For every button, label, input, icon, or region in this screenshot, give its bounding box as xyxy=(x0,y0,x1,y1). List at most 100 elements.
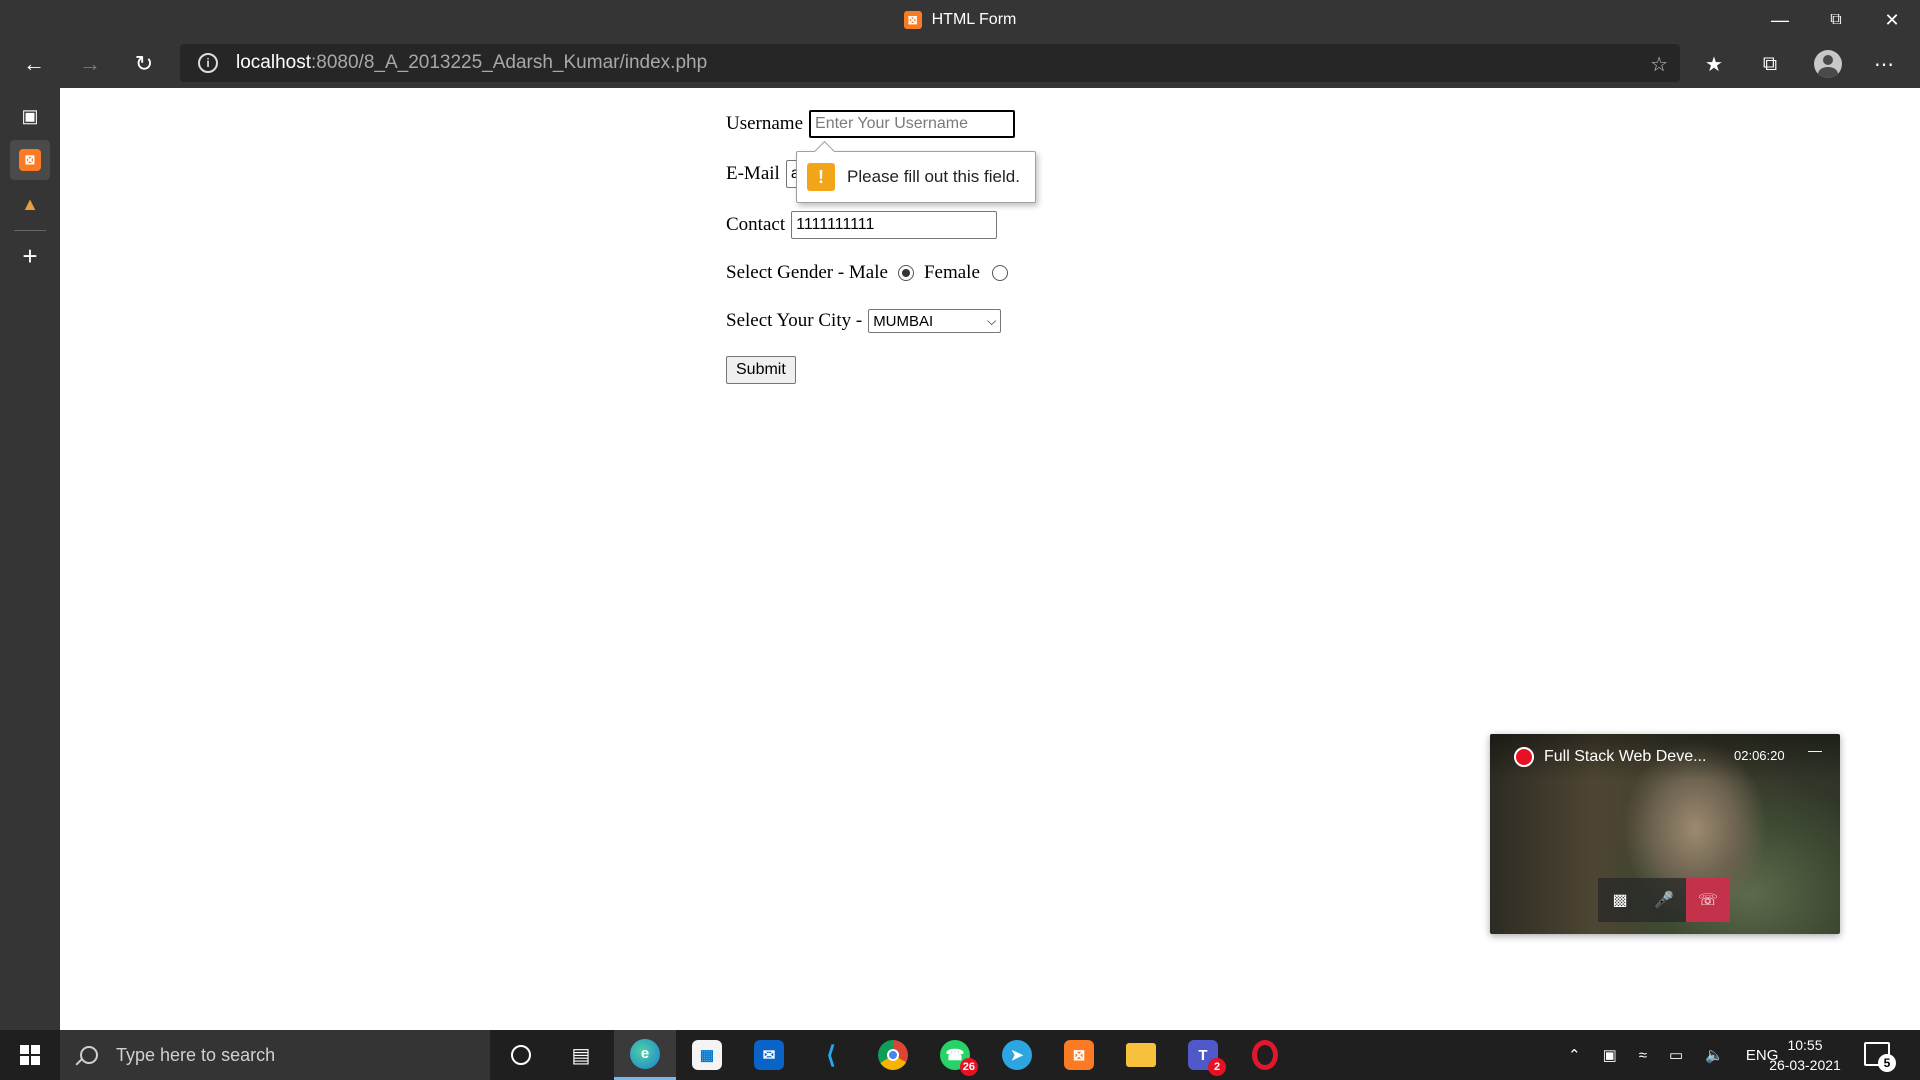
cortana-button[interactable] xyxy=(490,1030,552,1080)
call-controls: ▩ 🎤 ☏ xyxy=(1598,878,1730,922)
start-button[interactable] xyxy=(0,1030,60,1080)
add-favorite-star-icon[interactable]: ☆ xyxy=(1650,52,1668,77)
cortana-circle-icon xyxy=(511,1045,531,1065)
hang-up-button[interactable]: ☏ xyxy=(1686,878,1730,922)
more-ellipsis-icon: ⋯ xyxy=(1874,53,1894,76)
city-select[interactable]: MUMBAI ⌵ xyxy=(868,309,1002,333)
refresh-button[interactable]: ↻ xyxy=(124,44,164,84)
url-text[interactable]: localhost:8080/8_A_2013225_Adarsh_Kumar/… xyxy=(236,52,707,74)
camera-icon: ▩ xyxy=(1612,892,1628,909)
taskbar-search-box[interactable]: Type here to search xyxy=(60,1030,490,1080)
folder-icon xyxy=(1126,1043,1156,1067)
clock-time: 10:55 xyxy=(1787,1037,1823,1053)
submit-button[interactable]: Submit xyxy=(726,356,796,384)
submit-row: Submit xyxy=(726,356,796,384)
contact-input[interactable] xyxy=(791,211,998,239)
taskbar-file-explorer[interactable] xyxy=(1110,1030,1172,1080)
gender-male-radio[interactable] xyxy=(897,265,914,281)
site-logo-icon: ▲ xyxy=(21,193,39,214)
minimize-button[interactable]: — xyxy=(1752,0,1808,40)
forward-arrow-icon: → xyxy=(79,51,101,76)
validation-message: Please fill out this field. xyxy=(847,167,1020,186)
profile-avatar-icon xyxy=(1814,50,1842,78)
gender-female-radio[interactable] xyxy=(991,265,1008,281)
address-bar[interactable]: i localhost:8080/8_A_2013225_Adarsh_Kuma… xyxy=(180,44,1680,82)
back-button[interactable]: ← xyxy=(14,44,54,84)
gender-female-label: Female xyxy=(923,262,980,283)
taskbar-telegram[interactable]: ➤ xyxy=(986,1030,1048,1080)
search-icon xyxy=(80,1046,98,1064)
taskbar-store[interactable]: ▦ xyxy=(676,1030,738,1080)
call-minimize-button[interactable]: — xyxy=(1808,742,1822,758)
forward-button[interactable]: → xyxy=(70,44,110,84)
favorites-button[interactable]: ★ xyxy=(1692,44,1736,84)
whatsapp-unread-badge: 26 xyxy=(959,1058,978,1076)
meet-now-icon[interactable]: ▣ xyxy=(1603,1046,1617,1064)
taskbar-clock[interactable]: 10:55 26-03-2021 xyxy=(1760,1035,1850,1075)
microphone-icon: 🎤 xyxy=(1654,892,1674,909)
recording-icon xyxy=(1514,747,1534,767)
mic-button[interactable]: 🎤 xyxy=(1642,878,1686,922)
whatsapp-icon: ☎ 26 xyxy=(940,1040,978,1076)
notification-count-badge: 5 xyxy=(1878,1054,1896,1072)
network-wifi-icon[interactable]: ≈ xyxy=(1639,1047,1647,1064)
xampp-icon: ⊠ xyxy=(19,149,41,171)
collections-button[interactable]: ⧉ xyxy=(1748,44,1792,84)
new-tab-button[interactable]: + xyxy=(10,236,50,276)
show-hidden-icons-chevron-icon[interactable]: ⌃ xyxy=(1568,1046,1581,1064)
windows-logo-icon xyxy=(20,1045,40,1065)
taskbar-whatsapp[interactable]: ☎ 26 xyxy=(924,1030,986,1080)
chevron-down-icon: ⌵ xyxy=(987,313,997,328)
tab-actions-button[interactable]: ▣ xyxy=(10,96,50,136)
username-label: Username xyxy=(726,113,804,134)
task-view-button[interactable]: ▤ xyxy=(550,1030,612,1080)
opera-icon xyxy=(1252,1040,1278,1070)
phone-hangup-icon: ☏ xyxy=(1697,892,1718,909)
volume-icon[interactable]: 🔈 xyxy=(1705,1046,1724,1064)
taskbar-edge[interactable]: e xyxy=(614,1030,676,1080)
gender-row: Select Gender - Male Female xyxy=(726,262,1008,284)
store-bag-icon: ▦ xyxy=(692,1040,722,1070)
validation-tooltip: ! Please fill out this field. xyxy=(796,151,1036,203)
taskbar-teams[interactable]: T 2 xyxy=(1172,1030,1234,1080)
taskbar-chrome[interactable] xyxy=(862,1030,924,1080)
window-title: HTML Form xyxy=(931,11,1017,28)
battery-icon[interactable]: ▭ xyxy=(1669,1046,1683,1064)
taskbar-xampp[interactable]: ⊠ xyxy=(1048,1030,1110,1080)
xampp-tab-icon: ⊠ xyxy=(903,11,922,29)
gender-label: Select Gender - Male xyxy=(726,262,888,283)
clock-date: 26-03-2021 xyxy=(1769,1057,1841,1073)
refresh-icon: ↻ xyxy=(134,51,154,76)
tab-actions-icon: ▣ xyxy=(21,105,39,126)
url-path: :8080/8_A_2013225_Adarsh_Kumar/index.php xyxy=(311,52,708,73)
restore-button[interactable]: ⧉ xyxy=(1808,0,1864,40)
city-label: Select Your City - xyxy=(726,310,863,331)
taskbar: Type here to search ▤ e ▦ ✉ ⟨ ☎ 26 ➤ ⊠ T… xyxy=(0,1030,1920,1080)
tab-xampp-html-form[interactable]: ⊠ xyxy=(10,140,50,180)
restore-icon: ⧉ xyxy=(1830,11,1842,28)
info-icon[interactable]: i xyxy=(198,53,218,73)
call-duration: 02:06:20 xyxy=(1734,748,1785,763)
teams-unread-badge: 2 xyxy=(1208,1058,1226,1076)
taskbar-vscode[interactable]: ⟨ xyxy=(800,1030,862,1080)
edge-icon: e xyxy=(630,1038,660,1069)
title-bar: ⊠ HTML Form — ⧉ ✕ xyxy=(0,0,1920,40)
favorites-star-icon: ★ xyxy=(1705,53,1723,76)
tab-second-site[interactable]: ▲ xyxy=(10,184,50,224)
taskbar-opera[interactable] xyxy=(1234,1030,1296,1080)
taskbar-mail[interactable]: ✉ xyxy=(738,1030,800,1080)
close-button[interactable]: ✕ xyxy=(1864,0,1920,40)
task-view-icon: ▤ xyxy=(571,1044,591,1067)
profile-button[interactable] xyxy=(1806,44,1850,84)
settings-more-button[interactable]: ⋯ xyxy=(1862,44,1906,84)
username-input[interactable] xyxy=(809,110,1016,138)
chrome-icon xyxy=(878,1040,908,1070)
window-title-area: ⊠ HTML Form xyxy=(0,0,1920,40)
plus-icon: + xyxy=(22,240,38,271)
warning-icon: ! xyxy=(807,163,835,191)
minimize-icon: — xyxy=(1771,9,1789,30)
floating-call-window[interactable]: Full Stack Web Deve... 02:06:20 — ▩ 🎤 ☏ xyxy=(1490,734,1840,934)
camera-button[interactable]: ▩ xyxy=(1598,878,1642,922)
back-arrow-icon: ← xyxy=(23,51,45,76)
xampp-icon: ⊠ xyxy=(1064,1040,1094,1070)
